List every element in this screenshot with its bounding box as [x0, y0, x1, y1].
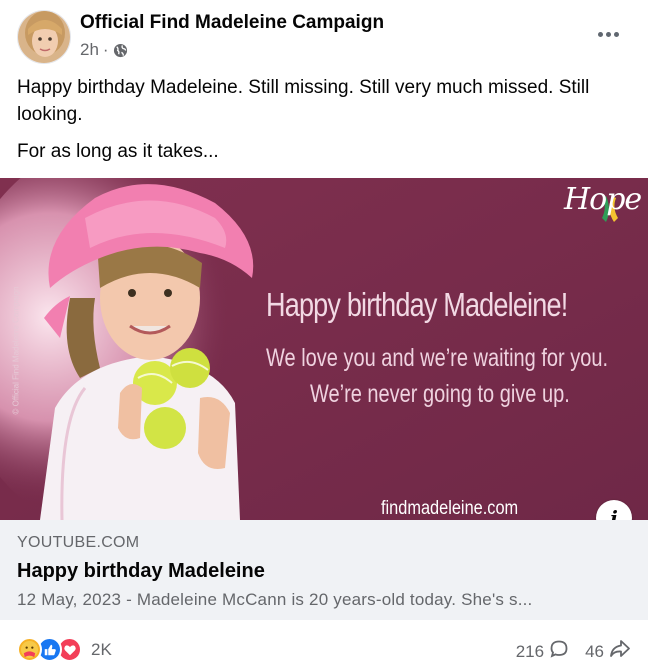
share-count: 46: [585, 641, 604, 661]
reaction-count: 2K: [91, 639, 112, 659]
more-options-icon[interactable]: [596, 22, 620, 46]
post-caption: Happy birthday Madeleine. Still missing.…: [17, 74, 637, 165]
preview-message-line: We love you and we’re waiting for you.: [266, 344, 609, 372]
post-time[interactable]: 2h: [80, 40, 99, 60]
caption-line: For as long as it takes...: [17, 141, 219, 162]
comments-stat[interactable]: 216: [516, 639, 569, 664]
caption-line: Happy birthday Madeleine. Still missing.…: [17, 77, 590, 125]
post-stats: 216 46: [516, 639, 631, 664]
post-header: Official Find Madeleine Campaign 2h ·: [0, 0, 648, 68]
preview-title: Happy birthday Madeleine!: [266, 286, 568, 323]
page-avatar[interactable]: [17, 10, 71, 64]
shares-stat[interactable]: 46: [585, 639, 631, 664]
hope-ribbon-icon: Hope: [564, 182, 642, 217]
preview-site-url: findmadeleine.com: [381, 498, 519, 519]
link-description: 12 May, 2023 - Madeleine McCann is 20 ye…: [17, 590, 533, 609]
meta-separator: ·: [102, 40, 109, 59]
hope-text: Hope: [564, 182, 642, 217]
post-meta: 2h ·: [80, 40, 128, 60]
reactions-summary[interactable]: 2K: [17, 637, 112, 662]
comment-count: 216: [515, 641, 545, 661]
facebook-post: Official Find Madeleine Campaign 2h · Ha…: [0, 0, 648, 671]
preview-message-line: We’re never going to give up.: [310, 380, 570, 408]
care-reaction-icon: [17, 637, 42, 662]
share-icon: [609, 639, 631, 664]
page-name[interactable]: Official Find Madeleine Campaign: [80, 12, 384, 34]
link-preview-meta[interactable]: YOUTUBE.COM Happy birthday Madeleine 12 …: [0, 520, 648, 620]
preview-watermark: © Official Find Madeleine Campaign: [11, 286, 21, 415]
link-title[interactable]: Happy birthday Madeleine: [17, 560, 265, 583]
globe-icon: [113, 43, 128, 58]
link-domain: YOUTUBE.COM: [17, 534, 140, 551]
post-footer: 2K 216 46: [0, 620, 648, 671]
comment-icon: [549, 639, 569, 664]
